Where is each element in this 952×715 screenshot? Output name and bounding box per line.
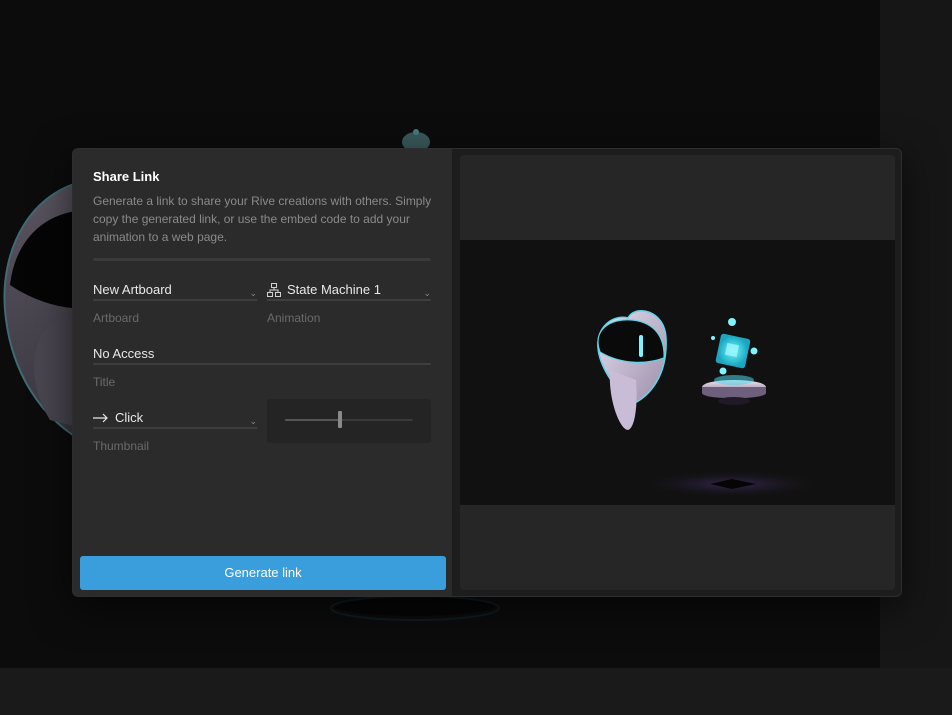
animation-select-value: State Machine 1 — [287, 282, 381, 297]
background-antenna-graphic — [402, 129, 430, 150]
animation-select[interactable]: State Machine 1 ⌄ — [267, 281, 431, 301]
dialog-title: Share Link — [93, 169, 160, 184]
slider-thumb[interactable] — [338, 411, 343, 428]
artboard-select[interactable]: New Artboard ⌄ — [93, 281, 257, 301]
divider — [93, 258, 431, 261]
share-link-dialog: Share Link Generate a link to share your… — [72, 148, 902, 597]
artboard-animation-row: New Artboard ⌄ Artboard State Machine 1 … — [93, 281, 431, 325]
title-input[interactable]: No Access — [93, 345, 431, 365]
animation-preview — [460, 155, 895, 590]
slider-fill — [285, 419, 341, 421]
thumbnail-select[interactable]: Click ⌄ — [93, 409, 257, 429]
share-settings-panel: Share Link Generate a link to share your… — [73, 149, 452, 596]
thumbnail-time-slider[interactable] — [267, 399, 431, 443]
chevron-down-icon: ⌄ — [249, 416, 257, 426]
thumbnail-label: Thumbnail — [93, 439, 150, 453]
background-shadow-graphic — [330, 595, 500, 621]
preview-canvas — [460, 240, 895, 505]
chevron-down-icon: ⌄ — [249, 288, 257, 298]
preview-artwork — [597, 309, 827, 498]
title-field: No Access Title — [93, 345, 431, 389]
arrow-right-icon — [93, 413, 109, 423]
robot-character — [597, 309, 667, 430]
state-machine-icon — [267, 283, 281, 297]
artboard-field: New Artboard ⌄ Artboard — [93, 281, 257, 325]
thumbnail-row: Click ⌄ Thumbnail — [93, 399, 431, 453]
dialog-description: Generate a link to share your Rive creat… — [93, 194, 432, 244]
title-row: No Access Title — [93, 345, 431, 389]
preview-panel — [456, 149, 901, 596]
animation-field: State Machine 1 ⌄ Animation — [267, 281, 431, 325]
artboard-select-value: New Artboard — [93, 282, 172, 297]
artboard-label: Artboard — [93, 311, 140, 325]
thumbnail-field: Click ⌄ Thumbnail — [93, 409, 257, 453]
chevron-down-icon: ⌄ — [423, 288, 431, 298]
generate-link-button[interactable]: Generate link — [80, 556, 446, 590]
bottom-bar-backdrop — [0, 668, 952, 715]
floating-cube — [702, 318, 766, 405]
thumbnail-select-value: Click — [115, 410, 144, 425]
title-label: Title — [93, 375, 116, 389]
animation-label: Animation — [267, 311, 321, 325]
